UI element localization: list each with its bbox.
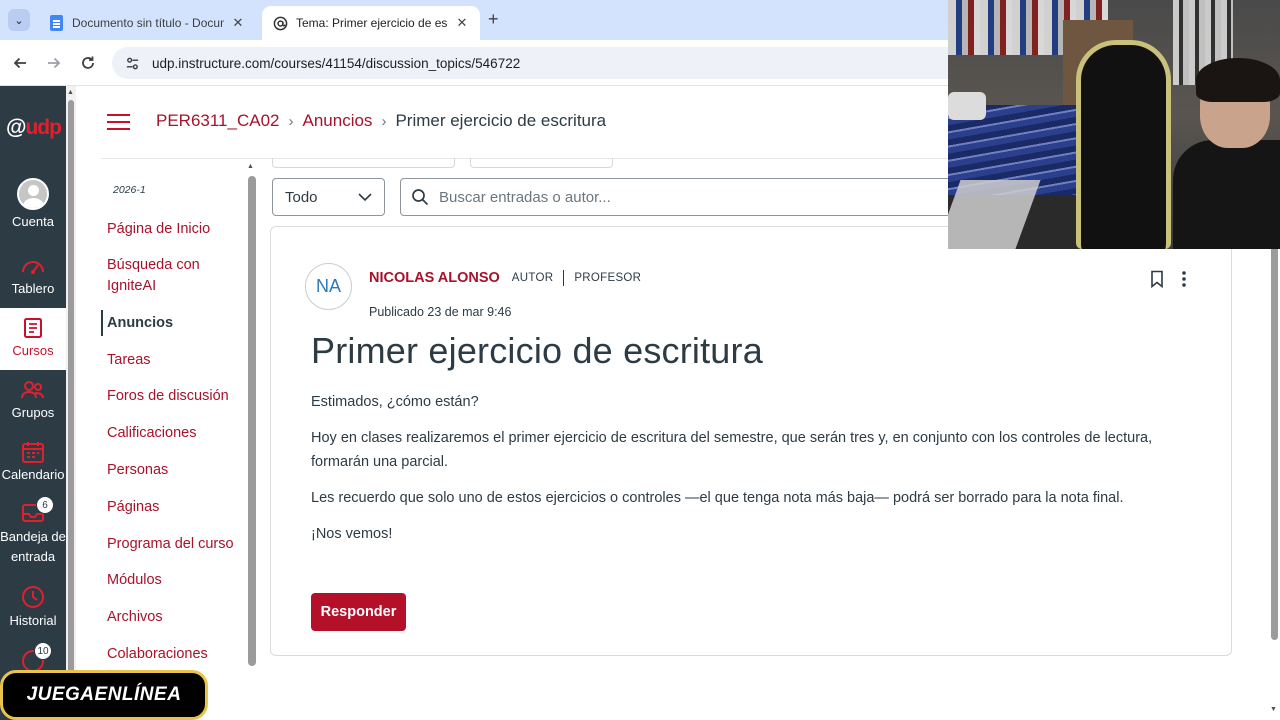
course-nav-pages[interactable]: Páginas — [107, 497, 242, 518]
breadcrumb-separator-icon: › — [381, 112, 387, 130]
breadcrumb-current: Primer ejercicio de escritura — [395, 111, 607, 130]
canvas-at-icon — [272, 15, 288, 31]
global-nav-groups[interactable]: Grupos — [0, 378, 66, 420]
global-nav-history[interactable]: Historial — [0, 584, 66, 628]
tab-search-chevron-icon[interactable]: ⌄ — [8, 9, 30, 31]
webcam-overlay — [948, 0, 1280, 249]
course-nav-home[interactable]: Página de Inicio — [107, 219, 242, 240]
close-tab-icon[interactable]: ✕ — [454, 15, 470, 31]
browser-tab-discussion[interactable]: Tema: Primer ejercicio de escrit ✕ — [262, 6, 480, 40]
reply-button[interactable]: Responder — [311, 593, 406, 631]
site-settings-icon[interactable] — [124, 55, 140, 71]
dashboard-gauge-icon — [22, 261, 44, 274]
role-divider — [563, 270, 565, 286]
course-nav-scroll-up-icon[interactable]: ▲ — [247, 163, 254, 170]
juegaenlinea-logo: JUEGAENLÍNEA — [0, 670, 208, 720]
avatar — [17, 178, 49, 210]
course-nav-modules[interactable]: Módulos — [107, 570, 242, 591]
toolbar-button-partial[interactable] — [470, 158, 613, 168]
global-navigation: @udp Cuenta Tablero Cursos Grupos Calend… — [0, 86, 66, 720]
breadcrumb-separator-icon: › — [288, 112, 294, 130]
author-role-badge: AUTOR — [511, 272, 554, 284]
global-nav-label: entrada — [10, 549, 56, 564]
course-nav-grades[interactable]: Calificaciones — [107, 423, 242, 444]
new-tab-plus-icon[interactable]: + — [488, 9, 499, 30]
global-nav-label: Tablero — [11, 281, 55, 296]
search-input[interactable] — [439, 188, 919, 206]
global-nav-inbox[interactable]: Bandeja de entrada — [0, 500, 66, 567]
back-arrow-icon[interactable] — [9, 52, 31, 74]
announcement-title: Primer ejercicio de escritura — [311, 330, 763, 371]
course-nav-discussions[interactable]: Foros de discusión — [107, 386, 242, 407]
breadcrumb-announcements-link[interactable]: Anuncios — [303, 111, 373, 131]
teacher-role-badge: PROFESOR — [574, 272, 642, 284]
watermark-text: JUEGAENLÍNEA — [26, 684, 182, 705]
tab-title: Tema: Primer ejercicio de escrit — [296, 16, 448, 30]
global-nav-label: Bandeja de — [0, 529, 66, 544]
forward-arrow-icon[interactable] — [43, 52, 65, 74]
course-nav-assignments[interactable]: Tareas — [107, 350, 242, 371]
published-date: Publicado 23 de mar 9:46 — [369, 305, 512, 319]
course-nav-announcements[interactable]: Anuncios — [107, 313, 242, 334]
global-nav-label: Historial — [9, 613, 57, 628]
google-docs-icon — [48, 15, 64, 31]
calendar-icon — [22, 442, 44, 463]
search-field[interactable] — [400, 178, 960, 216]
url-text: udp.instructure.com/courses/41154/discus… — [152, 55, 521, 71]
announcement-body: Estimados, ¿cómo están? Hoy en clases re… — [311, 390, 1191, 558]
global-nav-label: Grupos — [11, 405, 55, 420]
global-nav-dashboard[interactable]: Tablero — [0, 254, 66, 296]
body-paragraph: Estimados, ¿cómo están? — [311, 394, 479, 410]
scroll-up-arrow-icon[interactable]: ▲ — [67, 89, 74, 96]
scroll-down-arrow-icon[interactable]: ▼ — [1270, 706, 1277, 713]
groups-people-icon — [21, 381, 44, 399]
course-nav-people[interactable]: Personas — [107, 460, 242, 481]
bookmark-icon[interactable] — [1150, 270, 1164, 288]
course-nav-igniteai-search[interactable]: Búsqueda con IgniteAI — [107, 255, 242, 297]
course-nav-collaborations[interactable]: Colaboraciones — [107, 644, 242, 665]
search-icon — [412, 189, 429, 206]
kebab-menu-icon[interactable] — [1180, 270, 1188, 288]
course-nav-syllabus[interactable]: Programa del curso — [107, 534, 242, 555]
active-indicator — [101, 310, 103, 336]
global-nav-label: Cursos — [12, 343, 54, 358]
global-nav-courses[interactable]: Cursos — [0, 308, 66, 370]
filter-select[interactable]: Todo — [272, 178, 385, 216]
scroll-thumb[interactable] — [68, 100, 74, 700]
global-nav-account[interactable]: Cuenta — [0, 178, 66, 229]
global-nav-label: Cuenta — [12, 214, 54, 229]
browser-tab-docs[interactable]: Documento sin título - Docume ✕ — [38, 6, 256, 40]
global-nav-scrollbar[interactable]: ▲ — [66, 86, 76, 720]
course-nav-files[interactable]: Archivos — [107, 607, 242, 628]
udp-logo[interactable]: @udp — [6, 116, 62, 140]
author-name-link[interactable]: NICOLAS ALONSO — [369, 270, 500, 286]
author-avatar[interactable]: NA — [305, 263, 352, 310]
reload-icon[interactable] — [77, 52, 99, 74]
breadcrumb: PER6311_CA02 › Anuncios › Primer ejercic… — [156, 111, 606, 131]
course-menu-hamburger-icon[interactable] — [107, 114, 130, 132]
body-paragraph: Hoy en clases realizaremos el primer eje… — [311, 430, 1153, 470]
body-paragraph: Les recuerdo que solo uno de estos ejerc… — [311, 490, 1124, 506]
body-paragraph: ¡Nos vemos! — [311, 526, 393, 542]
breadcrumb-course-link[interactable]: PER6311_CA02 — [156, 111, 280, 131]
courses-book-icon — [24, 318, 42, 338]
history-clock-icon — [22, 586, 44, 608]
filter-select-value: Todo — [285, 188, 318, 206]
toolbar-button-partial[interactable] — [272, 158, 455, 168]
course-nav-scroll-thumb[interactable] — [248, 176, 256, 666]
author-row: NICOLAS ALONSO AUTOR PROFESOR — [369, 270, 641, 286]
chevron-down-icon — [358, 192, 372, 201]
global-nav-calendar[interactable]: Calendario — [0, 440, 66, 482]
term-label: 2026-1 — [113, 184, 146, 196]
help-badge: 10 — [34, 642, 52, 660]
inbox-unread-badge: 6 — [36, 496, 54, 514]
close-tab-icon[interactable]: ✕ — [230, 15, 246, 31]
tab-title: Documento sin título - Docume — [72, 16, 224, 30]
global-nav-label: Calendario — [1, 467, 65, 482]
